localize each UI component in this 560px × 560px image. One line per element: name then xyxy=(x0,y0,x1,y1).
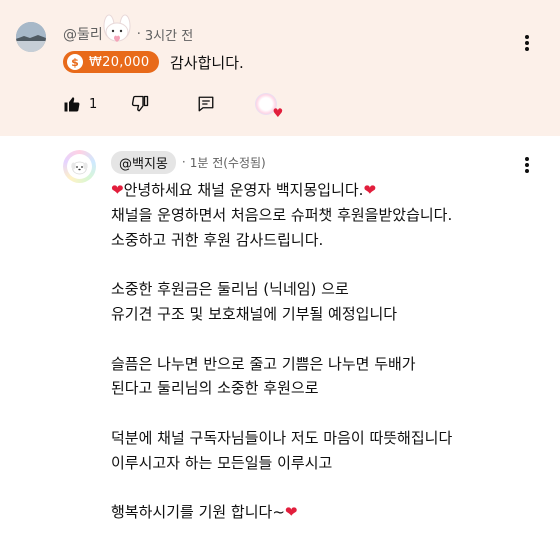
puppy-avatar-icon xyxy=(71,161,88,175)
heart-icon: ♥ xyxy=(272,106,284,120)
reply-blank-line xyxy=(111,252,531,277)
reply-line: 유기견 구조 및 보호채널에 기부될 예정입니다 xyxy=(111,304,398,323)
coin-icon: $ xyxy=(67,54,83,70)
heart-icon: ❤ xyxy=(363,181,377,199)
reply-blank-line xyxy=(111,401,531,426)
heart-icon: ❤ xyxy=(284,503,298,522)
comment-time: 3시간 전 xyxy=(144,28,194,44)
more-options-icon[interactable] xyxy=(525,157,529,173)
reply-line: 소중하고 귀한 후원 감사드립니다. xyxy=(111,230,324,249)
landscape-avatar-image xyxy=(16,22,46,52)
separator-dot: · xyxy=(181,155,186,169)
reply-line: 이루시고자 하는 모든일들 이루시고 xyxy=(111,453,333,472)
reply-line: 슬픔은 나누면 반으로 줄고 기쁨은 나누면 두배가 xyxy=(111,354,416,373)
like-button[interactable]: 1 xyxy=(63,95,97,113)
reply-icon xyxy=(198,96,214,112)
creator-avatar: ♥ xyxy=(255,93,283,119)
bunny-sticker-icon xyxy=(97,12,137,46)
superchat-amount-badge: $ ₩20,000 xyxy=(63,51,160,73)
reply-text: ❤안녕하세요 채널 운영자 백지몽입니다.❤ 채널을 운영하면서 처음으로 슈퍼… xyxy=(111,178,531,525)
heart-icon: ❤ xyxy=(111,181,124,199)
reply-line: 행복하시기를 기원 합니다~❤ xyxy=(111,503,298,522)
creator-heart-button[interactable]: ♥ xyxy=(255,93,283,119)
channel-owner-name[interactable]: @백지몽 xyxy=(111,150,176,174)
reply-line: 채널을 운영하면서 처음으로 슈퍼챗 후원을받았습니다. xyxy=(111,205,453,224)
thumbs-up-icon xyxy=(64,97,80,112)
reply-line: 된다고 둘리님의 소중한 후원으로 xyxy=(111,379,319,398)
superchat-comment: @둘리 · 3시간 전 $ ₩20,000 감사합니다. 1 ♥ xyxy=(0,0,560,136)
thumbs-down-icon xyxy=(132,95,149,112)
reply-line: ❤안녕하세요 채널 운영자 백지몽입니다.❤ xyxy=(111,181,377,199)
reply-blank-line xyxy=(111,476,531,501)
creator-avatar[interactable] xyxy=(63,150,96,183)
like-count: 1 xyxy=(89,96,98,112)
reply-time: 1분 전(수정됨) xyxy=(189,155,266,170)
separator-dot: · xyxy=(136,26,141,42)
reply-blank-line xyxy=(111,327,531,352)
reply-button[interactable] xyxy=(197,95,215,113)
superchat-amount: ₩20,000 xyxy=(89,54,150,70)
reply-line: 소중한 후원금은 둘리님 (닉네임) 으로 xyxy=(111,280,349,299)
more-options-icon[interactable] xyxy=(525,35,529,51)
reply-line: 덕분에 채널 구독자님들이나 저도 마음이 따뜻해집니다 xyxy=(111,428,453,447)
avatar[interactable] xyxy=(16,22,46,52)
comment-text: 감사합니다. xyxy=(170,54,244,72)
dislike-button[interactable] xyxy=(131,95,149,113)
